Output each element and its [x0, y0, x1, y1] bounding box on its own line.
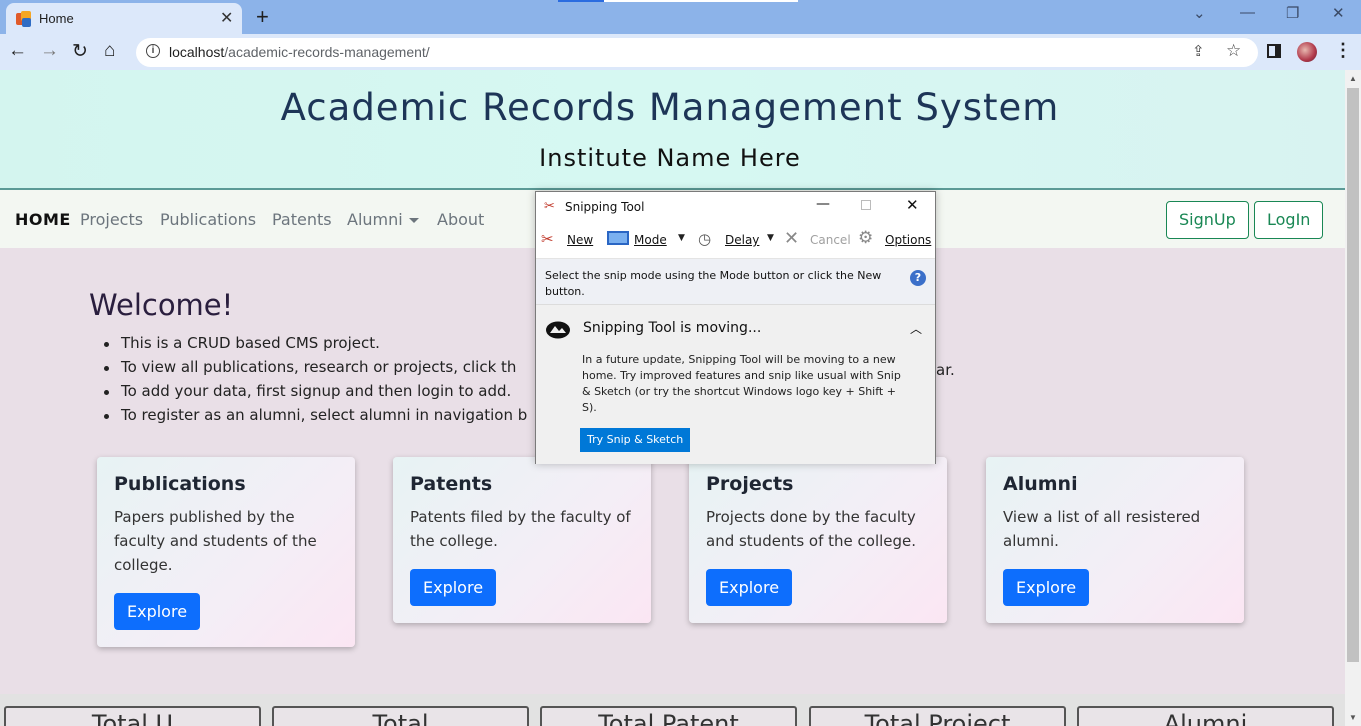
scroll-down-icon[interactable]: ▼: [1349, 713, 1357, 722]
stat-total-patents: Total Patent: [540, 706, 797, 726]
collapse-chevron-icon[interactable]: ︿: [910, 320, 922, 337]
site-info-icon[interactable]: i: [146, 44, 160, 58]
card-text: Patents filed by the faculty of the coll…: [410, 508, 631, 550]
address-bar[interactable]: i localhost/academic-records-management/…: [136, 38, 1258, 67]
nav-home[interactable]: HOME: [15, 210, 71, 229]
explore-publications-button[interactable]: Explore: [114, 593, 201, 630]
explore-patents-button[interactable]: Explore: [410, 569, 497, 606]
browser-tab[interactable]: Home ✕: [6, 3, 242, 34]
card-title: Alumni: [1003, 473, 1078, 495]
mode-dropdown-icon[interactable]: ▼: [678, 233, 685, 243]
bookmark-star-icon[interactable]: ☆: [1226, 41, 1241, 61]
try-snip-sketch-button[interactable]: Try Snip & Sketch: [580, 428, 691, 452]
notice-body: In a future update, Snipping Tool will b…: [582, 353, 901, 414]
nav-publications[interactable]: Publications: [160, 210, 256, 229]
list-item: To add your data, first signup and then …: [103, 382, 527, 406]
nav-projects[interactable]: Projects: [80, 210, 143, 229]
side-panel-icon[interactable]: [1267, 44, 1281, 58]
tab-search-icon[interactable]: ⌄: [1193, 4, 1206, 22]
login-button[interactable]: LogIn: [1254, 201, 1324, 239]
tab-title: Home: [39, 11, 74, 26]
cancel-button: Cancel: [810, 233, 851, 247]
new-snip-icon[interactable]: ✂: [541, 230, 554, 248]
scroll-up-icon[interactable]: ▲: [1349, 74, 1357, 83]
cancel-x-icon: ✕: [784, 228, 800, 249]
browser-tab-strip: Home ✕ + ⌄ — ❐ ✕: [0, 0, 1361, 34]
stat-total: Total: [272, 706, 529, 726]
stat-total-projects: Total Project: [809, 706, 1066, 726]
chevron-down-icon: [408, 218, 419, 223]
card-text: View a list of all resistered alumni.: [1003, 508, 1201, 550]
url-text[interactable]: localhost/academic-records-management/: [169, 44, 430, 60]
card-patents: Patents Patents filed by the faculty of …: [393, 457, 651, 623]
browser-menu-icon[interactable]: ⋮: [1334, 40, 1352, 61]
window-title: Snipping Tool: [565, 200, 645, 214]
browser-toolbar: ← → ↻ ⌂ i localhost/academic-records-man…: [0, 34, 1361, 70]
site-title: Academic Records Management System: [280, 86, 1060, 129]
tab-close-icon[interactable]: ✕: [220, 8, 233, 28]
list-item: To register as an alumni, select alumni …: [103, 406, 527, 430]
loading-indicator: [558, 0, 798, 2]
help-icon[interactable]: ?: [910, 270, 926, 286]
forward-icon[interactable]: →: [40, 40, 59, 62]
card-projects: Projects Projects done by the faculty an…: [689, 457, 947, 623]
delay-button[interactable]: Delay: [725, 233, 759, 247]
institute-name: Institute Name Here: [539, 144, 801, 172]
new-button[interactable]: New: [567, 233, 593, 247]
explore-alumni-button[interactable]: Explore: [1003, 569, 1090, 606]
explore-projects-button[interactable]: Explore: [706, 569, 793, 606]
card-title: Patents: [410, 473, 493, 495]
nav-alumni-dropdown[interactable]: Alumni: [347, 210, 419, 229]
clock-icon[interactable]: ◷: [698, 230, 711, 248]
mode-rectangle-icon[interactable]: [607, 231, 629, 245]
card-text: Projects done by the faculty and student…: [706, 508, 917, 550]
signup-button[interactable]: SignUp: [1166, 201, 1249, 239]
new-tab-icon[interactable]: +: [256, 4, 269, 30]
stat-total-users: Total U: [4, 706, 261, 726]
stats-row: Total U Total Total Patent Total Project…: [0, 694, 1345, 726]
bullet-tail-text: ar.: [936, 361, 955, 379]
welcome-heading: Welcome!: [89, 288, 234, 322]
nav-patents[interactable]: Patents: [272, 210, 332, 229]
list-item: This is a CRUD based CMS project.: [103, 334, 527, 358]
options-button[interactable]: Options: [885, 233, 931, 247]
home-icon[interactable]: ⌂: [104, 40, 115, 62]
gear-icon[interactable]: ⚙: [858, 228, 873, 248]
snipping-tool-window: ✂ Snipping Tool — ✕ ✂ New Mode ▼ ◷ Delay…: [535, 191, 936, 464]
notice-title: Snipping Tool is moving...: [583, 320, 762, 336]
minimize-icon[interactable]: —: [816, 196, 830, 212]
minimize-window-icon[interactable]: —: [1240, 4, 1255, 21]
card-alumni: Alumni View a list of all resistered alu…: [986, 457, 1244, 623]
page-scrollbar[interactable]: ▲ ▼: [1345, 70, 1361, 726]
card-title: Projects: [706, 473, 794, 495]
close-icon[interactable]: ✕: [906, 196, 919, 214]
stat-alumni: Alumni: [1077, 706, 1334, 726]
card-text: Papers published by the faculty and stud…: [114, 508, 317, 574]
site-header: Academic Records Management System Insti…: [0, 70, 1345, 190]
snipping-tool-titlebar[interactable]: ✂ Snipping Tool — ✕: [536, 192, 935, 221]
reload-icon[interactable]: ↻: [72, 40, 88, 63]
maximize-icon: [861, 200, 871, 210]
delay-dropdown-icon[interactable]: ▼: [767, 233, 774, 243]
mode-button[interactable]: Mode: [634, 233, 667, 247]
card-title: Publications: [114, 473, 246, 495]
scissors-icon: ✂: [544, 199, 555, 214]
scrollbar-thumb[interactable]: [1347, 88, 1359, 662]
card-publications: Publications Papers published by the fac…: [97, 457, 355, 647]
moving-notice: Snipping Tool is moving... ︿ In a future…: [536, 306, 935, 464]
list-item: To view all publications, research or pr…: [103, 358, 527, 382]
welcome-list: This is a CRUD based CMS project. To vie…: [103, 334, 527, 430]
restore-window-icon[interactable]: ❐: [1286, 4, 1299, 22]
profile-avatar[interactable]: [1297, 42, 1317, 62]
close-window-icon[interactable]: ✕: [1332, 4, 1345, 22]
instruction-text: Select the snip mode using the Mode butt…: [545, 269, 882, 298]
nav-about[interactable]: About: [437, 210, 484, 229]
snip-sketch-icon: [546, 321, 570, 339]
back-icon[interactable]: ←: [8, 40, 27, 62]
instruction-bar: Select the snip mode using the Mode butt…: [536, 259, 935, 305]
snipping-toolbar: ✂ New Mode ▼ ◷ Delay ▼ ✕ Cancel ⚙ Option…: [536, 221, 935, 259]
favicon-icon: [16, 11, 32, 27]
share-icon[interactable]: ⇪: [1192, 42, 1205, 60]
